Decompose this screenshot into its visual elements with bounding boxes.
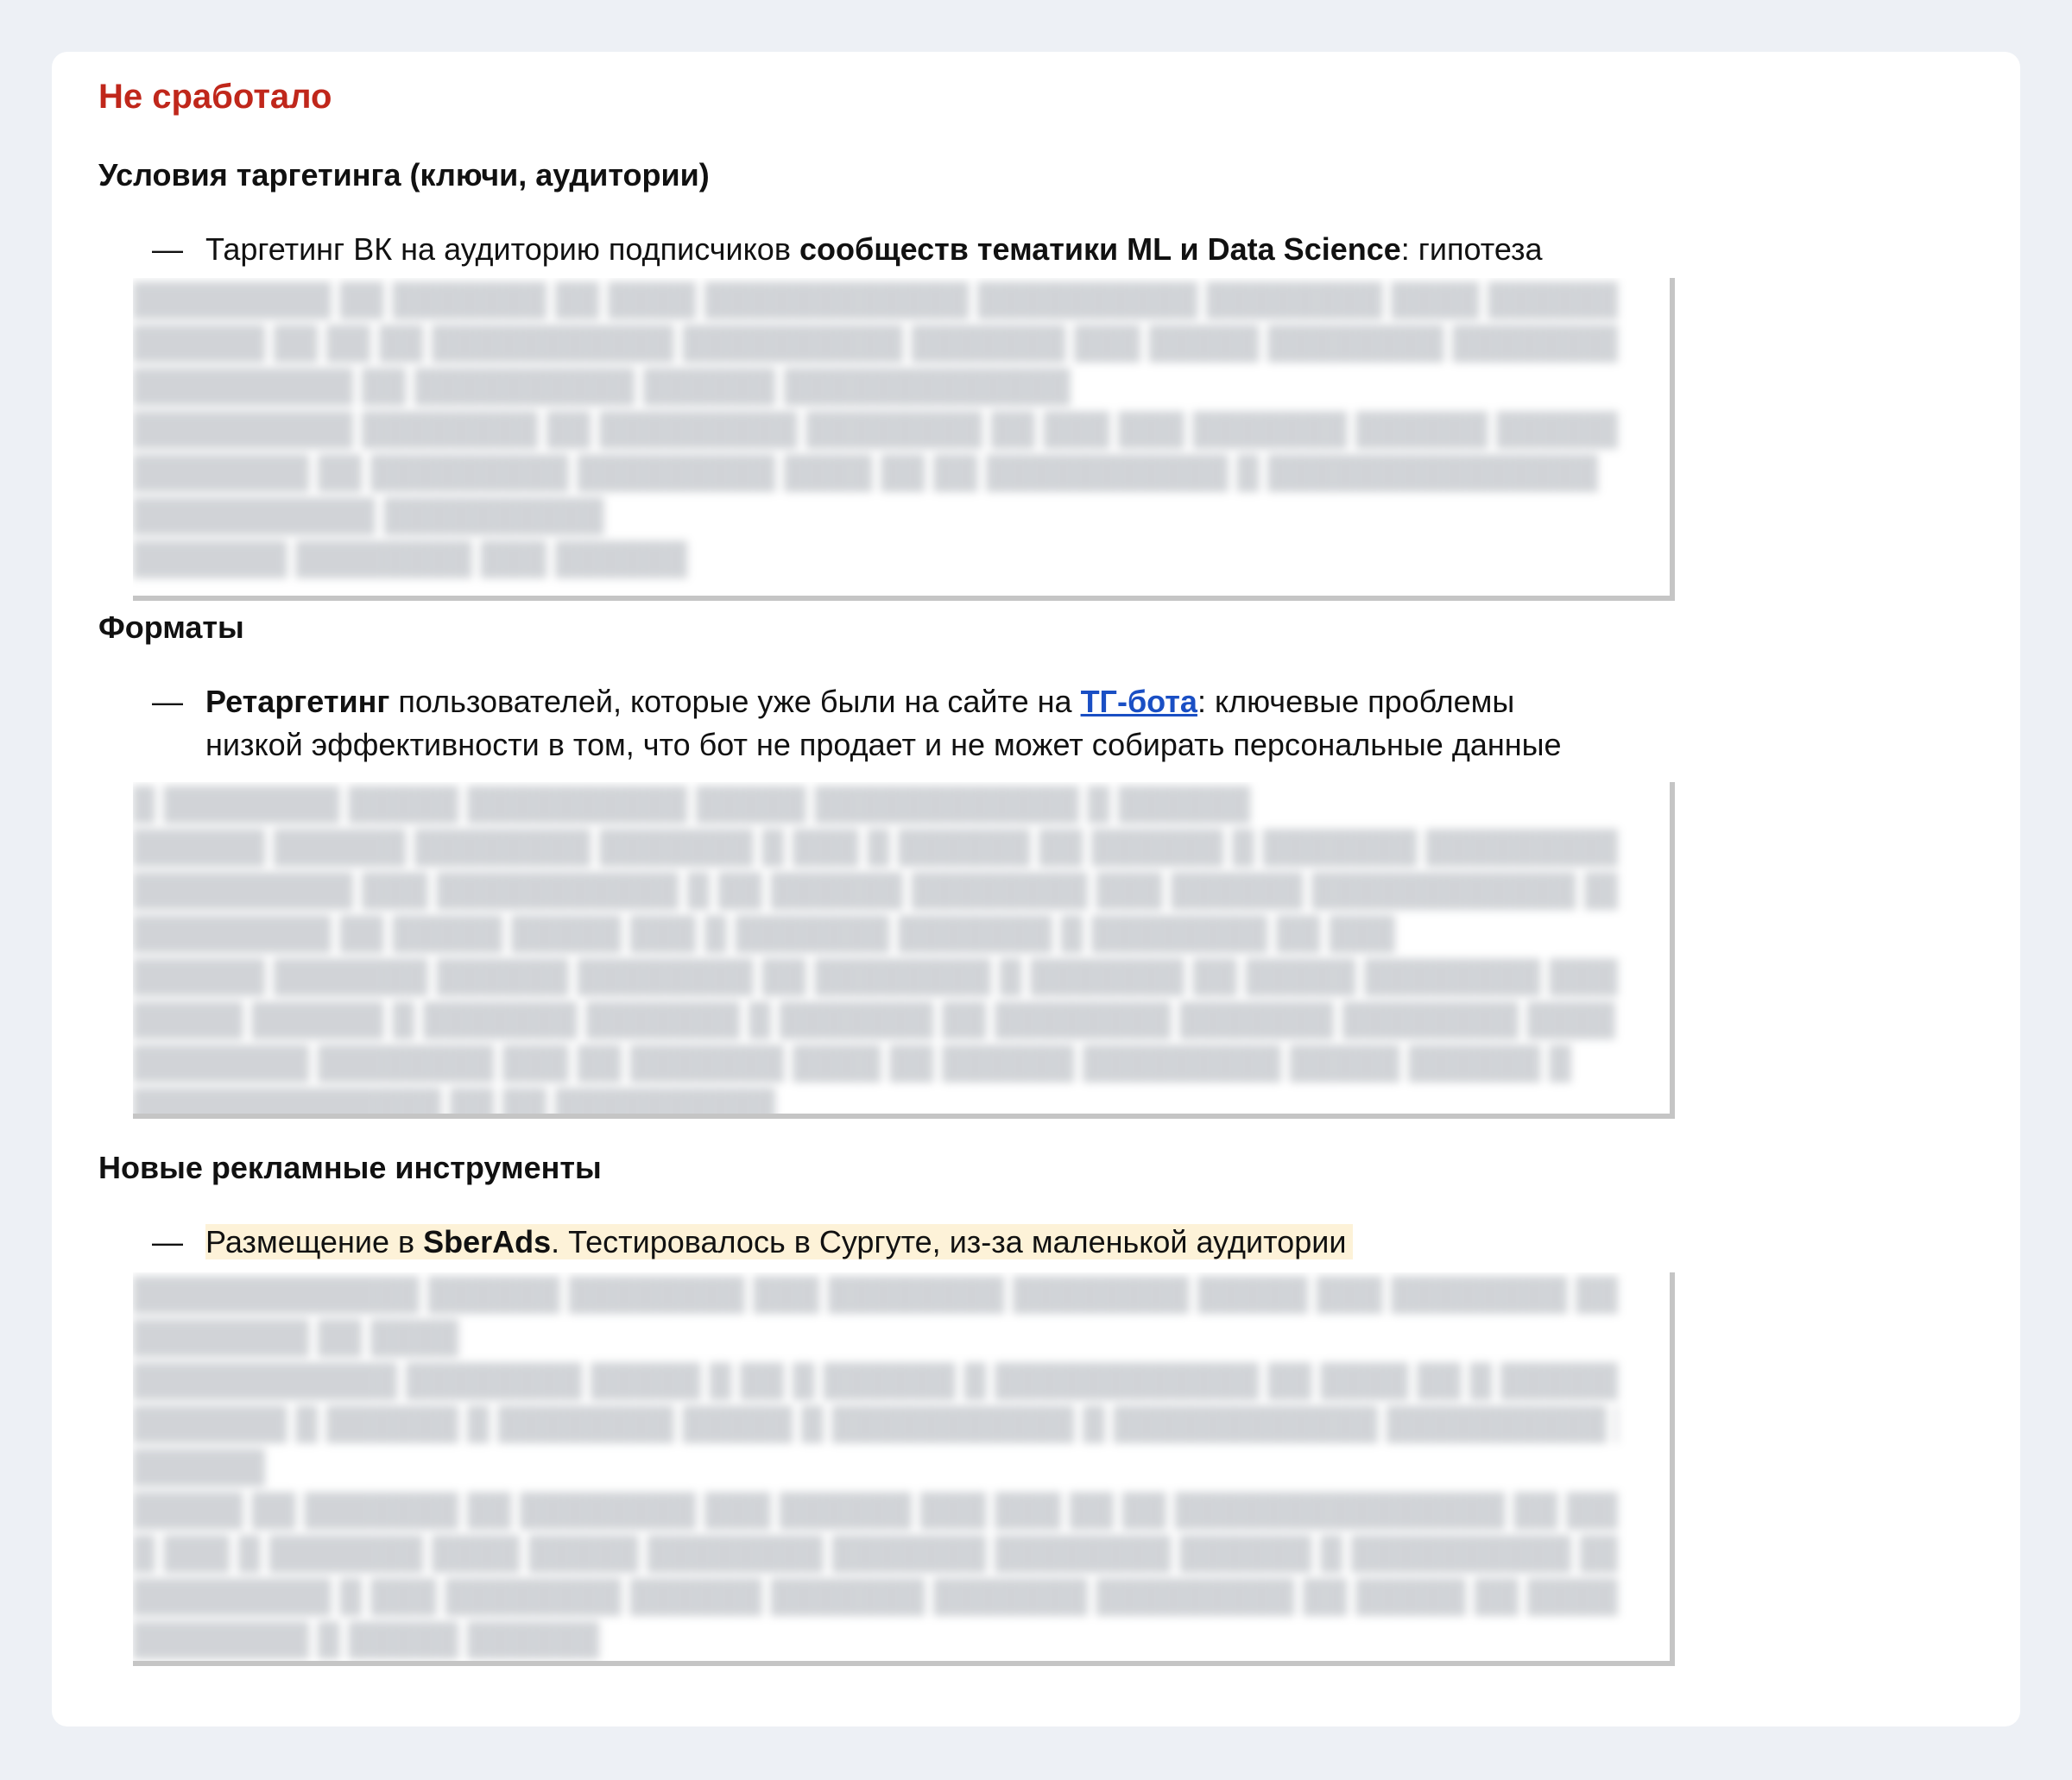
status-title: Не сработало	[98, 78, 332, 116]
list-item-targeting: Таргетинг ВК на аудиторию подписчиков со…	[205, 228, 1543, 271]
list-dash: —	[152, 231, 183, 267]
item-text: Размещение в	[205, 1224, 424, 1259]
list-dash: —	[152, 684, 183, 719]
item-bold: Ретаргетинг	[205, 684, 390, 719]
item-text-after: . Тестировалось в Сургуте, из-за маленьк…	[551, 1224, 1347, 1259]
item-text-after: : ключевые проблемы	[1197, 684, 1515, 719]
blurred-content-panel: █ ████████ █████ ██████████ █████ ██████…	[133, 782, 1675, 1119]
section-heading-formats: Форматы	[98, 609, 244, 645]
tg-bot-link[interactable]: ТГ-бота	[1081, 684, 1197, 719]
blurred-content-panel: █████████ ██ ███████ ██ ████ ███████████…	[133, 278, 1675, 601]
list-dash: —	[152, 1224, 183, 1259]
section-heading-new-tools: Новые рекламные инструменты	[98, 1150, 602, 1185]
list-item-sberads: Размещение в SberAds. Тестировалось в Су…	[205, 1221, 1354, 1264]
item-text-after: : гипотеза	[1400, 231, 1543, 267]
item-bold: SberAds	[423, 1224, 552, 1259]
section-heading-targeting: Условия таргетинга (ключи, аудитории)	[98, 157, 710, 193]
item-bold: сообществ тематики ML и Data Science	[799, 231, 1401, 267]
list-item-retargeting: Ретаргетинг пользователей, которые уже б…	[205, 680, 1514, 723]
highlighted-text: Размещение в SberAds. Тестировалось в Су…	[205, 1224, 1354, 1259]
list-item-retargeting-line2: низкой эффективности в том, что бот не п…	[205, 727, 1562, 762]
blurred-content-panel: █████████████ ██████ ████████ ███ ██████…	[133, 1272, 1675, 1666]
item-text: Таргетинг ВК на аудиторию подписчиков	[205, 231, 799, 267]
item-text: пользователей, которые уже были на сайте…	[389, 684, 1081, 719]
